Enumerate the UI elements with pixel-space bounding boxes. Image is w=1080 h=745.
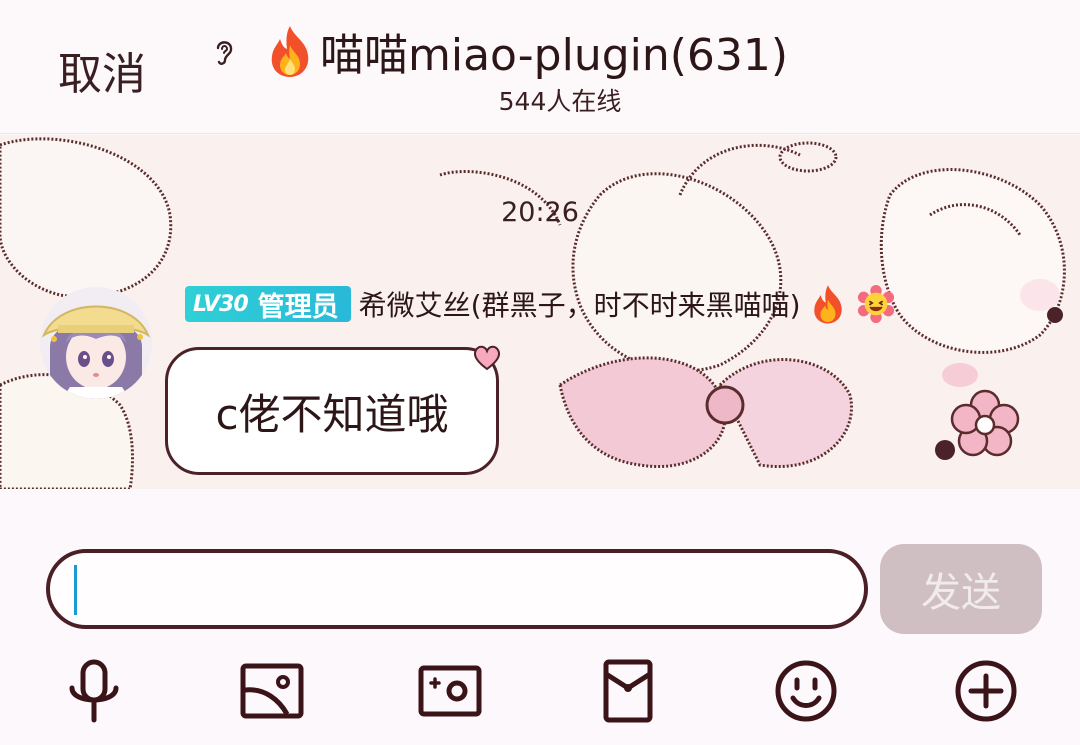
input-bar: 发送 — [0, 489, 1080, 745]
message-list[interactable]: 20:26 LV30 管理员 希微艾丝(群黑子，时不时来黑喵喵) c佬不知道哦 — [0, 135, 1080, 489]
group-title: 喵喵miao-plugin(631) — [262, 20, 788, 82]
level-label: LV30 — [193, 291, 249, 317]
message-text: c佬不知道哦 — [215, 389, 449, 439]
fire-icon — [271, 26, 309, 77]
send-button[interactable]: 发送 — [880, 544, 1042, 634]
message-timestamp: 20:26 — [501, 197, 579, 228]
microphone-icon — [69, 659, 119, 723]
red-packet-button[interactable] — [588, 651, 668, 731]
input-toolbar — [0, 651, 1080, 731]
sender-name[interactable]: 希微艾丝(群黑子，时不时来黑喵喵) — [359, 284, 801, 324]
admin-badge: LV30 管理员 — [185, 286, 351, 323]
plus-icon — [955, 660, 1017, 722]
message-bubble[interactable]: c佬不知道哦 — [165, 347, 499, 475]
group-name: 喵喵miao-plugin(631) — [320, 30, 789, 81]
send-label: 发送 — [921, 571, 1001, 615]
voice-button[interactable] — [54, 651, 134, 731]
image-button[interactable] — [232, 651, 312, 731]
more-button[interactable] — [946, 651, 1026, 731]
role-label: 管理员 — [257, 291, 339, 323]
emoji-button[interactable] — [766, 651, 846, 731]
sender-info: LV30 管理员 希微艾丝(群黑子，时不时来黑喵喵) — [185, 283, 895, 325]
chat-header: 取消 喵喵miao-plugin(631) 544人在线 — [0, 0, 1080, 134]
online-count: 544人在线 — [498, 87, 622, 116]
message-input[interactable] — [46, 549, 868, 629]
avatar[interactable] — [40, 287, 152, 399]
heart-icon — [473, 345, 501, 371]
laughing-face-icon — [857, 285, 894, 323]
camera-button[interactable] — [410, 651, 490, 731]
image-icon — [240, 663, 304, 719]
fire-icon — [813, 285, 842, 324]
emoji-icon — [775, 660, 837, 722]
text-caret — [74, 565, 77, 615]
ear-icon[interactable] — [210, 36, 238, 68]
camera-icon — [418, 665, 482, 717]
red-packet-icon — [603, 659, 653, 723]
